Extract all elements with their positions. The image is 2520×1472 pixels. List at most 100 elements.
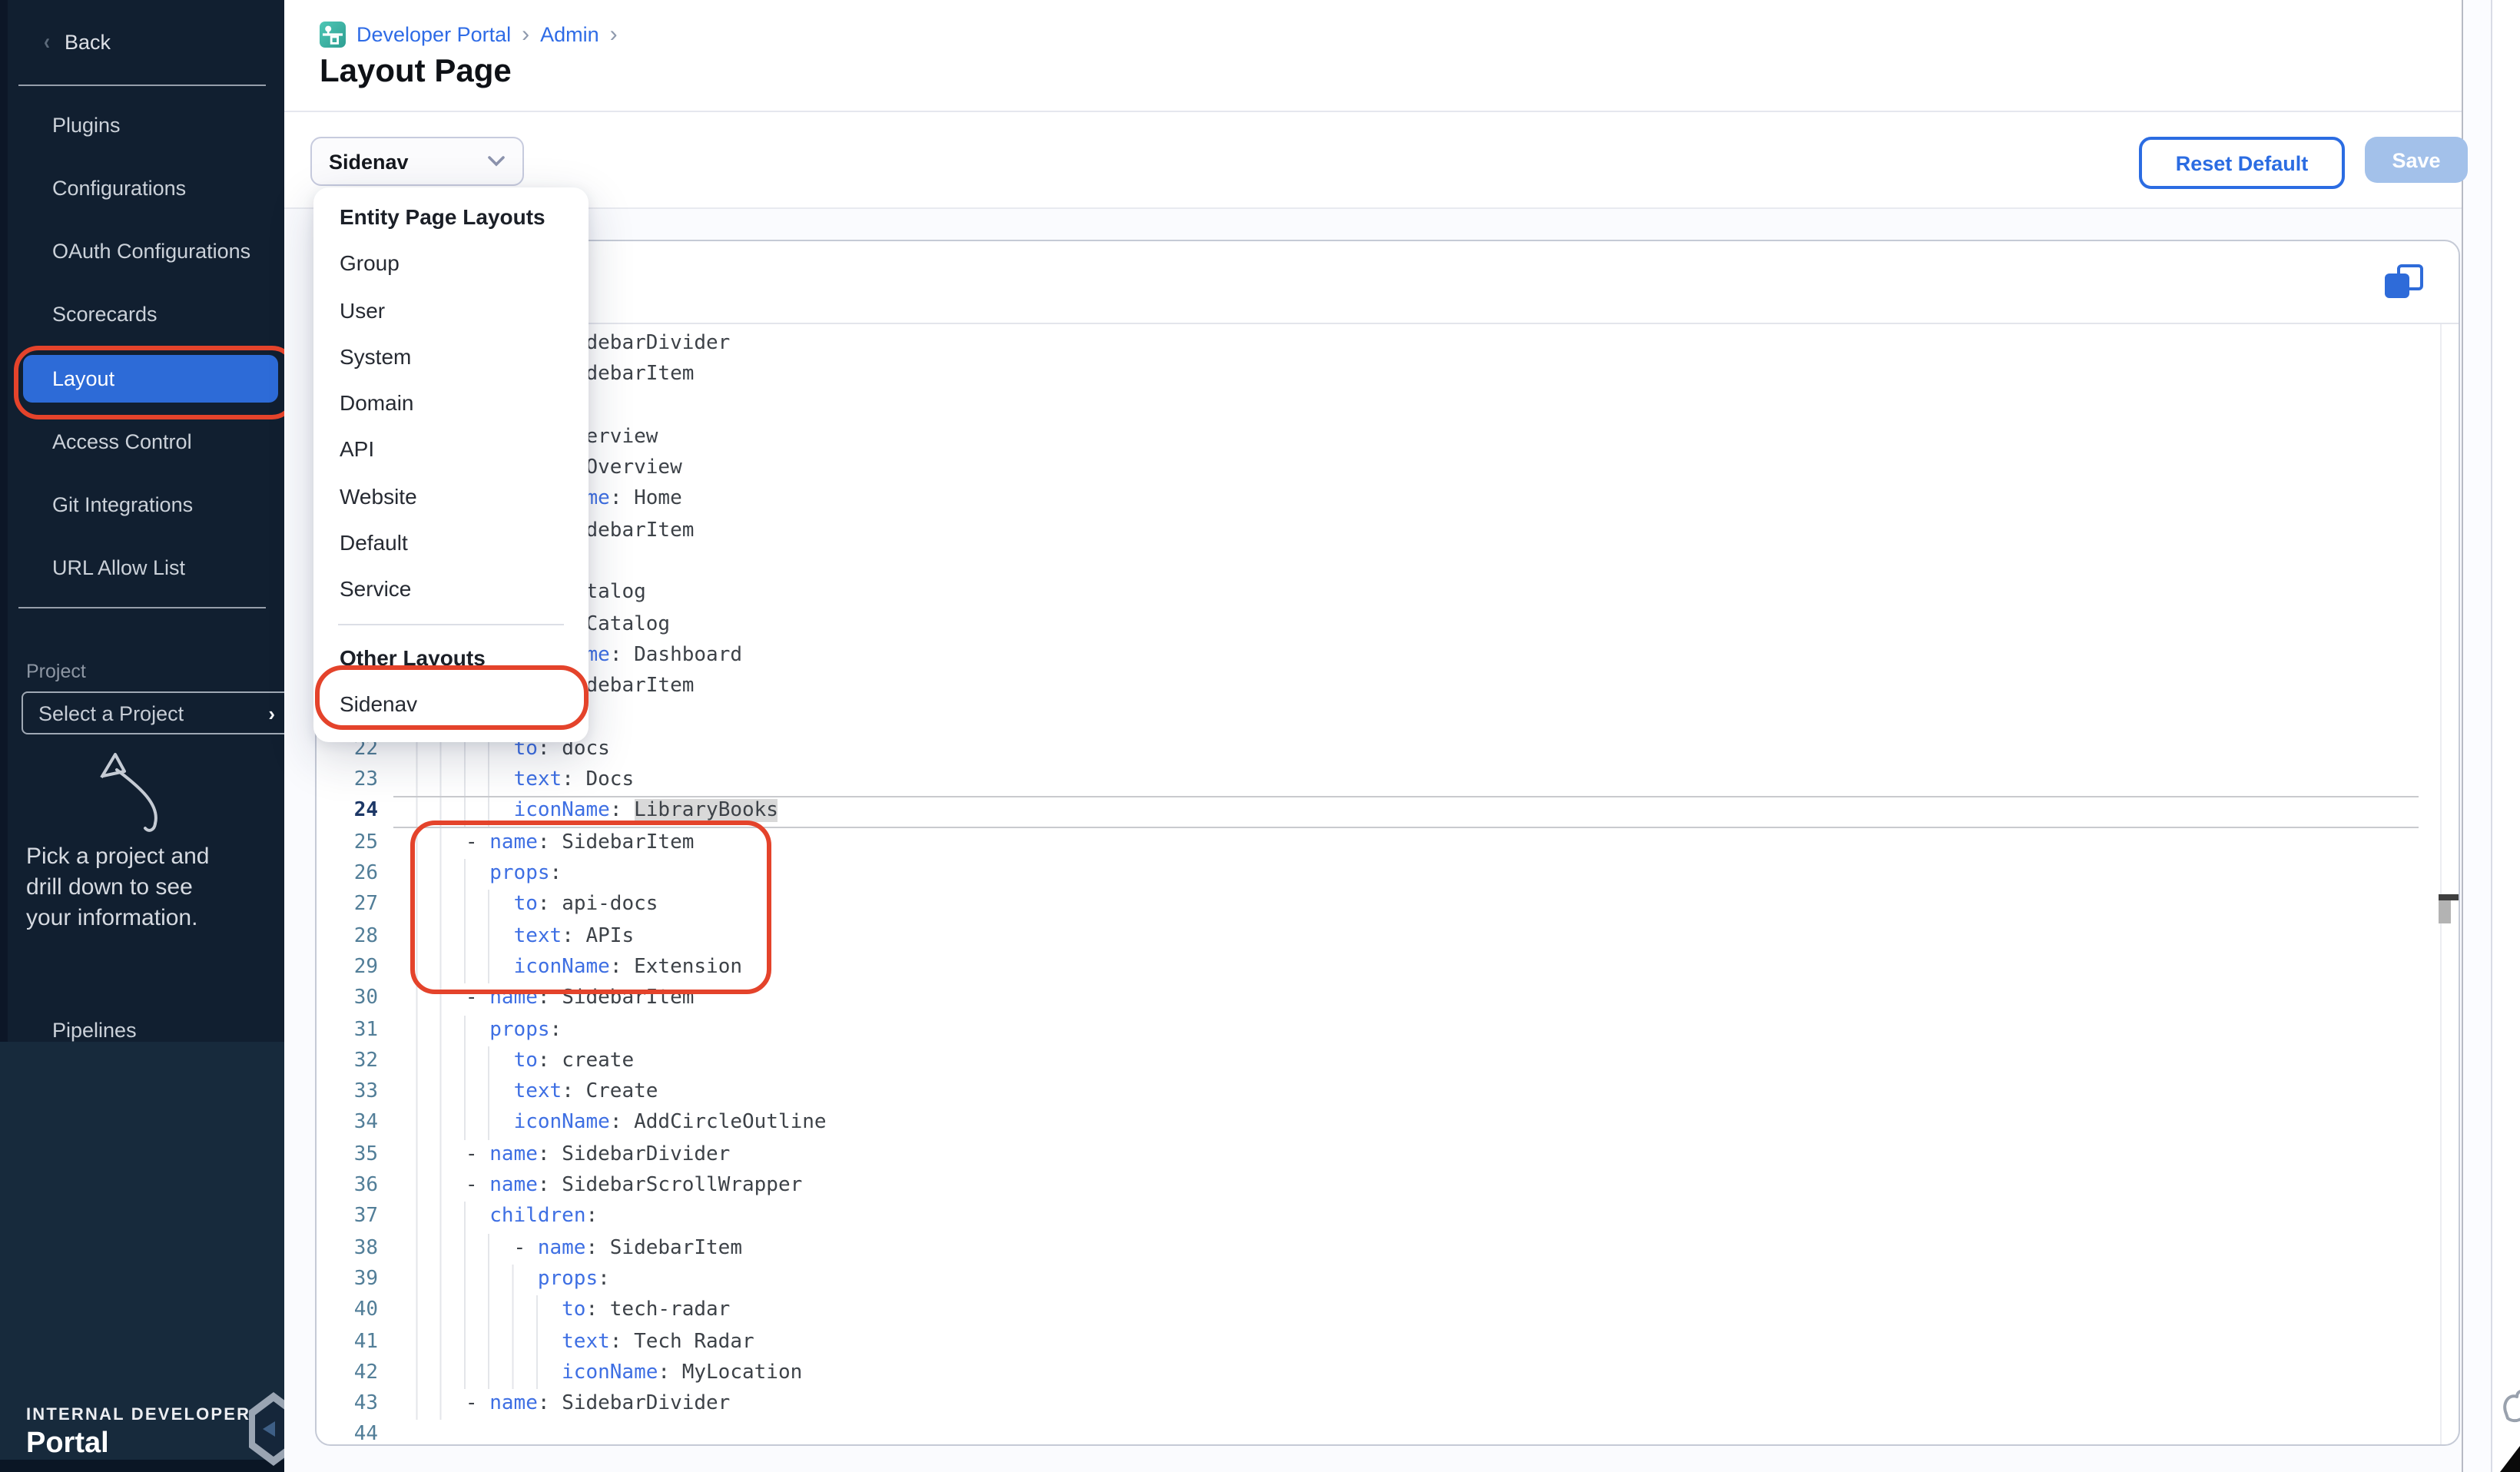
editor-scrollbar-track — [2440, 324, 2442, 1446]
layout-selector[interactable]: Sidenav — [310, 137, 524, 186]
sidebar-item-configurations[interactable]: Configurations — [52, 174, 186, 204]
page-scrollbar-gutter[interactable] — [2462, 0, 2492, 1472]
sidebar-item-scorecards[interactable]: Scorecards — [52, 300, 158, 331]
breadcrumb-link-admin[interactable]: Admin — [540, 22, 599, 45]
line-number: 44 — [317, 1421, 378, 1446]
code-line-31[interactable]: 31 props: — [317, 1015, 2440, 1046]
sidebar-collapse-button[interactable] — [249, 1392, 284, 1466]
code-line-10[interactable]: 10 - name: SidebarItem — [317, 360, 2440, 392]
editor-scrollbar-marker — [2439, 894, 2460, 900]
chevron-right-icon: › — [522, 21, 529, 47]
code-line-18[interactable]: 18 text: Catalog — [317, 609, 2440, 641]
sidebar-item-pipelines[interactable]: Pipelines — [52, 1019, 137, 1042]
line-number: 26 — [317, 859, 378, 890]
select-project-button[interactable]: Select a Project › — [22, 691, 284, 734]
copy-button[interactable] — [2385, 264, 2422, 301]
code-line-25[interactable]: 25 - name: SidebarItem — [317, 828, 2440, 860]
code-line-27[interactable]: 27 to: api-docs — [317, 890, 2440, 922]
copy-icon-front — [2385, 274, 2409, 298]
arrow-doodle — [92, 747, 166, 836]
code-line-9[interactable]: 9 - name: SidebarDivider — [317, 329, 2440, 360]
page-title: Layout Page — [320, 54, 512, 91]
menu-item-sidenav[interactable]: Sidenav — [313, 681, 589, 728]
code-line-23[interactable]: 23 text: Docs — [317, 765, 2440, 797]
project-label: Project — [26, 661, 86, 682]
code-line-29[interactable]: 29 iconName: Extension — [317, 953, 2440, 984]
line-number: 37 — [317, 1202, 378, 1234]
code-line-39[interactable]: 39 props: — [317, 1265, 2440, 1296]
menu-section-other-layouts: Other Layouts — [313, 634, 589, 681]
line-number: 32 — [317, 1046, 378, 1078]
hand-cursor-icon — [2498, 1384, 2520, 1427]
code-line-36[interactable]: 36 - name: SidebarScrollWrapper — [317, 1171, 2440, 1202]
line-number: 31 — [317, 1015, 378, 1046]
line-number: 29 — [317, 953, 378, 984]
sidebar-item-git-integrations[interactable]: Git Integrations — [52, 490, 193, 521]
sidebar-divider — [18, 607, 266, 608]
code-line-35[interactable]: 35 - name: SidebarDivider — [317, 1139, 2440, 1171]
line-number: 38 — [317, 1233, 378, 1265]
line-number: 39 — [317, 1265, 378, 1296]
code-line-20[interactable]: 20 - name: SidebarItem — [317, 672, 2440, 704]
code-line-40[interactable]: 40 to: tech-radar — [317, 1295, 2440, 1327]
code-line-26[interactable]: 26 props: — [317, 859, 2440, 890]
code-line-24[interactable]: 24 iconName: LibraryBooks — [317, 797, 2440, 828]
code-line-34[interactable]: 34 iconName: AddCircleOutline — [317, 1109, 2440, 1140]
app: ‹ Back Plugins Configurations OAuth Config… — [0, 0, 2520, 1472]
menu-divider — [338, 623, 564, 625]
triangle-left-icon — [263, 1421, 275, 1437]
menu-item-system[interactable]: System — [313, 333, 589, 380]
code-line-38[interactable]: 38 - name: SidebarItem — [317, 1233, 2440, 1265]
code-line-30[interactable]: 30 - name: SidebarItem — [317, 983, 2440, 1015]
line-number: 43 — [317, 1389, 378, 1421]
code-line-41[interactable]: 41 text: Tech Radar — [317, 1327, 2440, 1358]
screen: ‹ Back Plugins Configurations OAuth Config… — [0, 0, 2520, 1472]
sidebar-item-url-allow-list[interactable]: URL Allow List — [52, 553, 185, 584]
code-line-15[interactable]: 15 - name: SidebarItem — [317, 516, 2440, 548]
code-line-42[interactable]: 42 iconName: MyLocation — [317, 1358, 2440, 1390]
line-number: 27 — [317, 890, 378, 922]
code-line-32[interactable]: 32 to: create — [317, 1046, 2440, 1078]
code-line-13[interactable]: 13 text: Overview — [317, 453, 2440, 485]
code-line-19[interactable]: 19 iconName: Dashboard — [317, 641, 2440, 672]
save-button[interactable]: Save — [2365, 137, 2468, 183]
code-line-33[interactable]: 33 text: Create — [317, 1077, 2440, 1109]
menu-item-website[interactable]: Website — [313, 473, 589, 520]
menu-item-service[interactable]: Service — [313, 566, 589, 613]
line-number: 28 — [317, 921, 378, 953]
line-number: 25 — [317, 828, 378, 860]
code-line-22[interactable]: 22 to: docs — [317, 734, 2440, 766]
code-line-21[interactable]: 21 props: — [317, 703, 2440, 734]
breadcrumb-link-developer-portal[interactable]: Developer Portal — [356, 22, 511, 45]
reset-default-button[interactable]: Reset Default — [2139, 137, 2345, 189]
code-line-11[interactable]: 11 props: — [317, 391, 2440, 423]
menu-item-group[interactable]: Group — [313, 240, 589, 287]
chevron-left-icon: ‹ — [44, 28, 50, 55]
editor-scrollbar-thumb[interactable] — [2439, 900, 2451, 923]
code-line-37[interactable]: 37 children: — [317, 1202, 2440, 1234]
sidebar-item-layout[interactable]: Layout — [52, 363, 114, 394]
menu-item-user[interactable]: User — [313, 287, 589, 333]
sidebar-item-plugins[interactable]: Plugins — [52, 111, 121, 141]
menu-item-default[interactable]: Default — [313, 519, 589, 566]
code-line-44[interactable]: 44 — [317, 1421, 2440, 1446]
back-button[interactable]: ‹ Back — [43, 22, 111, 61]
code-line-14[interactable]: 14 iconName: Home — [317, 485, 2440, 516]
code-line-28[interactable]: 28 text: APIs — [317, 921, 2440, 953]
code-line-17[interactable]: 17 to: catalog — [317, 579, 2440, 610]
code-line-43[interactable]: 43 - name: SidebarDivider — [317, 1389, 2440, 1421]
sidebar: ‹ Back Plugins Configurations OAuth Config… — [0, 0, 284, 1472]
back-label: Back — [65, 30, 111, 53]
menu-item-api[interactable]: API — [313, 426, 589, 473]
layout-selector-value: Sidenav — [329, 150, 409, 173]
line-number: 24 — [317, 797, 378, 828]
code-line-16[interactable]: 16 props: — [317, 547, 2440, 579]
sidebar-item-oauth-configurations[interactable]: OAuth Configurations — [52, 237, 250, 268]
menu-item-domain[interactable]: Domain — [313, 380, 589, 426]
code-line-12[interactable]: 12 to: overview — [317, 423, 2440, 454]
sidebar-item-access-control[interactable]: Access Control — [52, 427, 192, 458]
brand-name: Portal — [26, 1427, 109, 1461]
chevron-down-icon — [487, 155, 506, 167]
developer-portal-logo — [320, 21, 346, 47]
yaml-editor[interactable]: 9 - name: SidebarDivider10 - name: Sideb… — [317, 324, 2440, 1446]
